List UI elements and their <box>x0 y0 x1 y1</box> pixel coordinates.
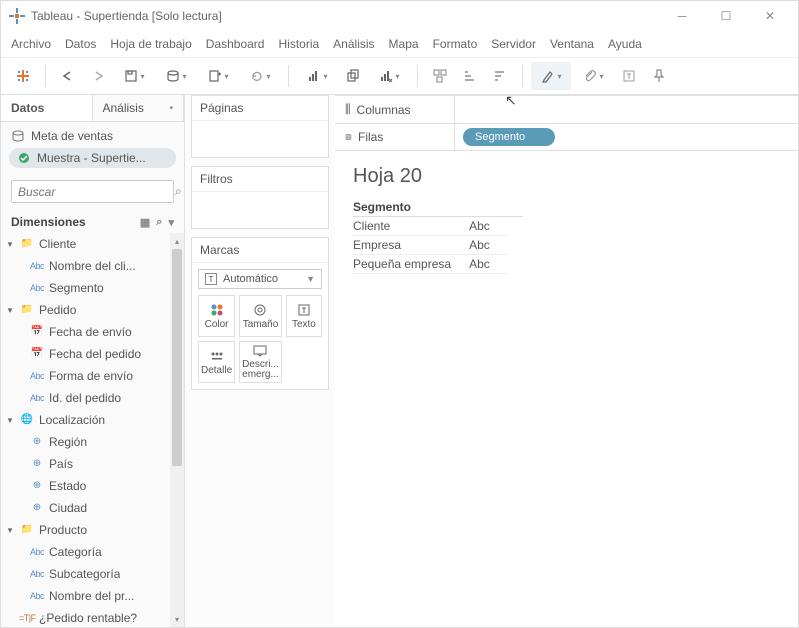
redo-button[interactable] <box>84 62 112 90</box>
marks-text[interactable]: Texto <box>286 295 322 337</box>
swap-button[interactable]: ▾ <box>297 62 337 90</box>
menu-ayuda[interactable]: Ayuda <box>608 37 642 51</box>
viz-header: Segmento <box>353 198 523 217</box>
menubar: Archivo Datos Hoja de trabajo Dashboard … <box>1 31 798 57</box>
marks-card: Marcas TAutomático▼ Color Tamaño Texto D… <box>191 237 329 390</box>
field-pedido-rentable[interactable]: =T|F¿Pedido rentable? <box>1 607 170 627</box>
menu-analisis[interactable]: Análisis <box>333 37 374 51</box>
menu-historia[interactable]: Historia <box>278 37 319 51</box>
menu-hoja[interactable]: Hoja de trabajo <box>110 37 191 51</box>
columns-shelf[interactable]: ⫼Columnas <box>335 96 798 124</box>
data-pane: Datos Análisis• Meta de ventas Muestra -… <box>1 95 185 627</box>
rows-shelf[interactable]: ≡Filas Segmento <box>335 124 798 151</box>
field-ciudad[interactable]: ⊕Ciudad <box>1 497 170 519</box>
menu-mapa[interactable]: Mapa <box>389 37 419 51</box>
field-fecha-envio[interactable]: 📅Fecha de envío <box>1 321 170 343</box>
undo-button[interactable] <box>54 62 82 90</box>
app-logo-icon <box>9 8 25 24</box>
refresh-button[interactable]: ▾ <box>240 62 280 90</box>
group-button[interactable] <box>426 62 454 90</box>
marks-detail[interactable]: Detalle <box>198 341 235 383</box>
table-row[interactable]: Pequeña empresaAbc <box>353 255 508 274</box>
sheet-title[interactable]: Hoja 20 <box>353 165 780 188</box>
folder-pedido[interactable]: ▾📁Pedido <box>1 299 170 321</box>
search-box[interactable]: ⌕ <box>11 180 174 203</box>
close-button[interactable]: ✕ <box>750 2 790 30</box>
field-estado[interactable]: ⊕Estado <box>1 475 170 497</box>
tab-datos[interactable]: Datos <box>1 95 93 121</box>
dimensions-header: Dimensiones <box>11 215 86 229</box>
toolbar: ▾ ▾ ▾ ▾ ▾ ▾ ▾ ▾ <box>1 57 798 95</box>
sort-asc-button[interactable] <box>456 62 484 90</box>
field-region[interactable]: ⊕Región <box>1 431 170 453</box>
menu-archivo[interactable]: Archivo <box>11 37 51 51</box>
maximize-button[interactable]: ☐ <box>706 2 746 30</box>
table-row[interactable]: EmpresaAbc <box>353 236 508 255</box>
menu-datos[interactable]: Datos <box>65 37 96 51</box>
new-datasource-button[interactable]: ▾ <box>156 62 196 90</box>
table-row[interactable]: ClienteAbc <box>353 217 508 236</box>
field-nombre-producto[interactable]: AbcNombre del pr... <box>1 585 170 607</box>
menu-formato[interactable]: Formato <box>433 37 478 51</box>
cards-column: Páginas Filtros Marcas TAutomático▼ Colo… <box>185 95 335 627</box>
folder-cliente[interactable]: ▾📁Cliente <box>1 233 170 255</box>
tree-scrollbar[interactable]: ▴▾ <box>170 233 184 627</box>
titlebar: Tableau - Supertienda [Solo lectura] ─ ☐… <box>1 1 798 31</box>
tableau-logo-button[interactable] <box>9 62 37 90</box>
text-button[interactable] <box>615 62 643 90</box>
marks-type-dropdown[interactable]: TAutomático▼ <box>198 269 322 289</box>
field-forma-envio[interactable]: AbcForma de envío <box>1 365 170 387</box>
new-sheet-button[interactable]: ▾ <box>198 62 238 90</box>
field-id-pedido[interactable]: AbcId. del pedido <box>1 387 170 409</box>
pages-card[interactable]: Páginas <box>191 95 329 158</box>
window-title: Tableau - Supertienda [Solo lectura] <box>31 9 662 23</box>
find-icon[interactable]: ⌕ <box>156 216 162 229</box>
search-icon: ⌕ <box>175 184 182 199</box>
marks-color[interactable]: Color <box>198 295 235 337</box>
datasource-sample[interactable]: Muestra - Supertie... <box>9 148 176 168</box>
marks-tooltip[interactable]: Descri...emerg... <box>239 341 282 383</box>
menu-ventana[interactable]: Ventana <box>550 37 594 51</box>
menu-dashboard[interactable]: Dashboard <box>206 37 265 51</box>
field-subcategoria[interactable]: AbcSubcategoría <box>1 563 170 585</box>
save-button[interactable]: ▾ <box>114 62 154 90</box>
highlight-button[interactable]: ▾ <box>531 62 571 90</box>
filters-card[interactable]: Filtros <box>191 166 329 229</box>
marks-size[interactable]: Tamaño <box>239 295 282 337</box>
clear-button[interactable]: ▾ <box>369 62 409 90</box>
duplicate-button[interactable] <box>339 62 367 90</box>
folder-producto[interactable]: ▾📁Producto <box>1 519 170 541</box>
dimensions-tree: ▾📁Cliente AbcNombre del cli... AbcSegmen… <box>1 233 170 627</box>
rows-icon: ≡ <box>345 130 352 144</box>
datasource-meta[interactable]: Meta de ventas <box>1 126 184 146</box>
tab-analisis[interactable]: Análisis• <box>93 95 185 121</box>
field-categoria[interactable]: AbcCategoría <box>1 541 170 563</box>
field-fecha-pedido[interactable]: 📅Fecha del pedido <box>1 343 170 365</box>
menu-servidor[interactable]: Servidor <box>491 37 536 51</box>
attach-button[interactable]: ▾ <box>573 62 613 90</box>
folder-localizacion[interactable]: ▾🌐Localización <box>1 409 170 431</box>
columns-icon: ⫼ <box>345 102 351 117</box>
pill-segmento[interactable]: Segmento <box>463 128 555 146</box>
menu-icon[interactable]: ▾ <box>168 216 174 229</box>
field-pais[interactable]: ⊕País <box>1 453 170 475</box>
minimize-button[interactable]: ─ <box>662 2 702 30</box>
search-input[interactable] <box>18 185 175 199</box>
field-nombre-cliente[interactable]: AbcNombre del cli... <box>1 255 170 277</box>
viz-table: ClienteAbc EmpresaAbc Pequeña empresaAbc <box>353 217 508 274</box>
sort-desc-button[interactable] <box>486 62 514 90</box>
canvas: ⫼Columnas ≡Filas Segmento Hoja 20 Segmen… <box>335 95 798 627</box>
field-segmento[interactable]: AbcSegmento <box>1 277 170 299</box>
view-grid-icon[interactable]: ▦ <box>140 216 150 229</box>
pin-button[interactable] <box>645 62 673 90</box>
